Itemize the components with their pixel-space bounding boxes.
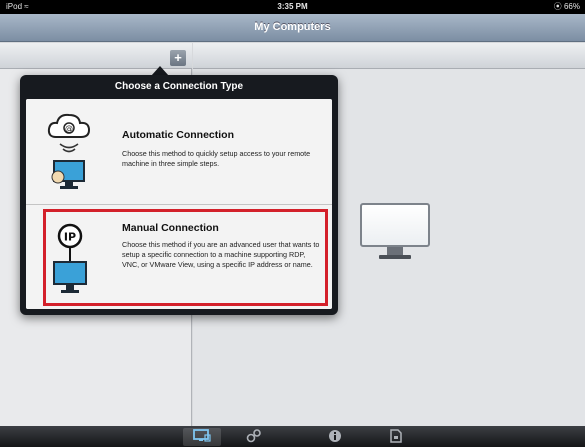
manual-connection-option[interactable]: IP Manual Connection Choose this method … — [26, 206, 332, 309]
detail-toolbar — [193, 43, 585, 69]
cloud-computer-icon: @ — [47, 113, 91, 189]
manual-connection-description: Choose this method if you are an advance… — [122, 240, 320, 269]
ip-computer-icon: IP — [53, 223, 87, 293]
manual-connection-heading: Manual Connection — [122, 222, 219, 234]
popover-title: Choose a Connection Type — [114, 81, 244, 92]
status-time: 3:35 PM — [277, 2, 308, 11]
popover-body: @ Automatic Connection Choose this metho… — [26, 99, 332, 309]
add-computer-button[interactable]: + — [170, 50, 186, 66]
monitor-base — [379, 255, 411, 259]
svg-text:IP: IP — [64, 231, 76, 244]
automatic-connection-description: Choose this method to quickly setup acce… — [122, 149, 311, 168]
page-title: My Computers — [254, 21, 331, 33]
automatic-connection-option[interactable]: @ Automatic Connection Choose this metho… — [26, 99, 332, 205]
svg-text:@: @ — [65, 124, 73, 133]
tab-computers[interactable] — [183, 428, 221, 446]
monitor-icon — [360, 203, 430, 247]
computer-tile[interactable] — [360, 203, 430, 263]
document-icon — [390, 429, 402, 443]
tab-bar — [0, 426, 585, 447]
tab-connections[interactable] — [235, 428, 273, 446]
tab-info[interactable] — [317, 428, 355, 446]
computers-icon — [193, 429, 211, 442]
automatic-connection-heading: Automatic Connection — [122, 129, 234, 141]
navigation-bar: My Computers — [0, 14, 585, 42]
connections-icon — [246, 429, 261, 443]
connection-type-popover: Choose a Connection Type @ Automatic Con… — [20, 75, 338, 315]
status-bar: iPod ≈ 3:35 PM ⦿ 66% — [0, 0, 585, 14]
info-icon — [329, 430, 341, 442]
battery-indicator: ⦿ 66% — [553, 2, 580, 11]
tab-document[interactable] — [377, 428, 415, 446]
